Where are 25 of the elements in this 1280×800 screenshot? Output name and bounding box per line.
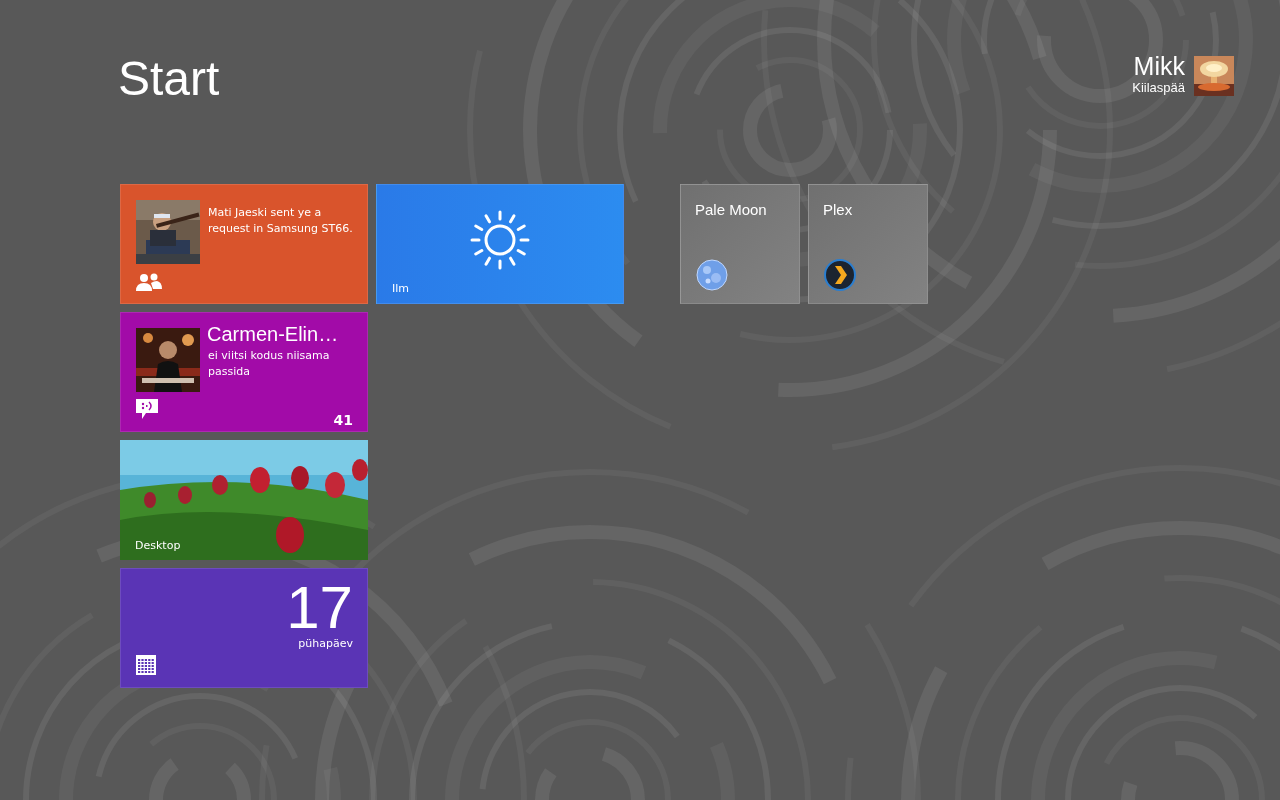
tile-label: Desktop xyxy=(135,539,181,552)
app-name: Pale Moon xyxy=(695,201,767,218)
weather-tile[interactable]: Ilm xyxy=(376,184,624,304)
sender-name: Carmen-Elin… xyxy=(207,323,339,346)
message-count: 41 xyxy=(333,412,353,428)
desktop-tile[interactable]: Desktop xyxy=(120,440,368,560)
app-tile[interactable]: Plex xyxy=(808,184,928,304)
moon-icon xyxy=(696,259,728,291)
page-title: Start xyxy=(118,51,220,107)
messaging-tile[interactable]: Carmen-Elin… ei viitsi kodus niisama passida 41 xyxy=(120,312,368,432)
sun-icon xyxy=(468,208,532,272)
user-surname[interactable]: Kiilaspää xyxy=(1132,80,1185,95)
people-tile[interactable]: Mati Jaeski sent ye a request in Samsung ST66. xyxy=(120,184,368,304)
notification-text: Mati Jaeski sent ye a request in Samsung ST66. xyxy=(208,205,354,237)
chevron-icon xyxy=(824,259,856,291)
app-name: Plex xyxy=(823,201,853,218)
app-tile[interactable]: Pale Moon xyxy=(680,184,800,304)
people-icon xyxy=(136,273,162,291)
chat-bubble-icon xyxy=(136,399,158,419)
calendar-tile[interactable]: 17 pühapäev xyxy=(120,568,368,688)
calendar-icon xyxy=(136,655,156,675)
user-name[interactable]: Mikk xyxy=(1133,52,1185,80)
weekday-text: pühapäev xyxy=(298,637,353,650)
message-text: ei viitsi kodus niisama passida xyxy=(208,348,331,380)
tile-label: Ilm xyxy=(392,282,409,295)
